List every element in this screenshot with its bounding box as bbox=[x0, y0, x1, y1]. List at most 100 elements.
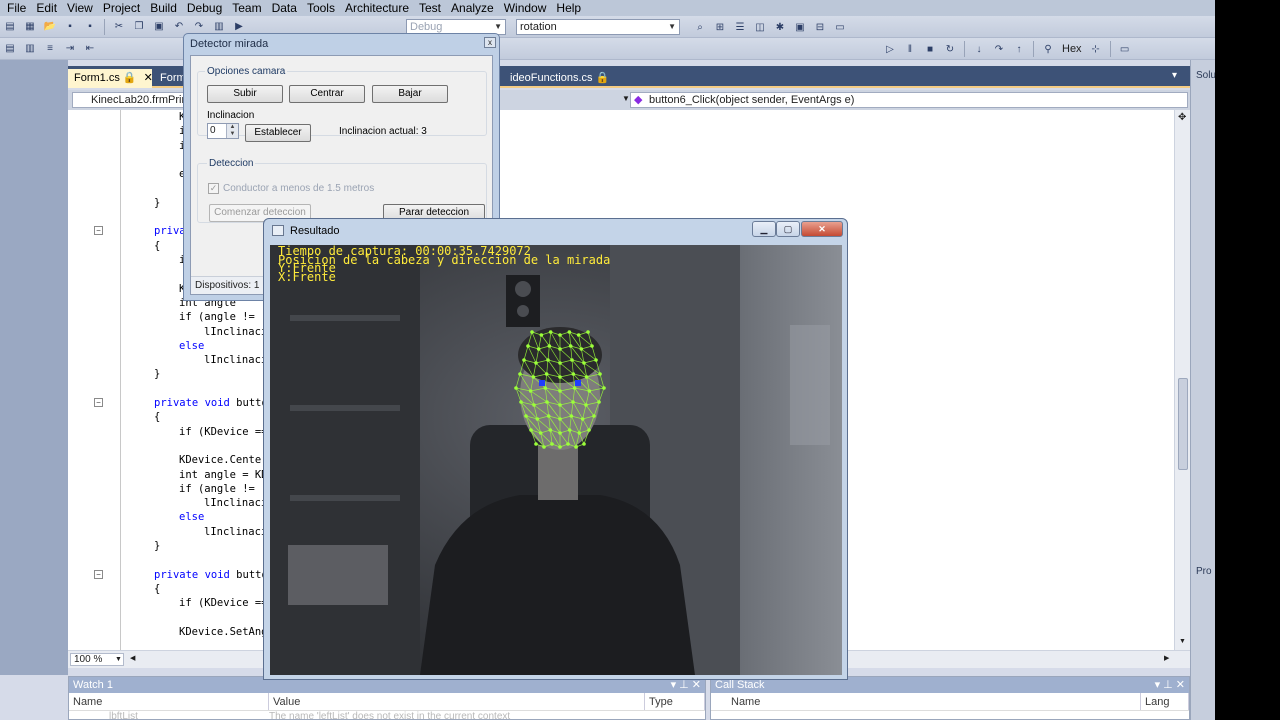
menu-view[interactable]: View bbox=[64, 0, 100, 16]
command-window-icon[interactable]: ▭ bbox=[832, 19, 848, 35]
inclinacion-label: Inclinacion bbox=[207, 110, 255, 121]
near-checkbox[interactable]: ✓ bbox=[208, 183, 219, 194]
tilt-stepper[interactable]: 0 ▲ ▼ bbox=[207, 123, 239, 139]
menu-team[interactable]: Team bbox=[229, 0, 268, 16]
collapse-icon[interactable]: − bbox=[94, 569, 103, 579]
cut-icon[interactable]: ✂ bbox=[111, 19, 127, 35]
code-line: private void butto bbox=[154, 397, 268, 409]
split-handle-icon[interactable]: ✥ bbox=[1178, 112, 1186, 123]
establecer-button[interactable]: Establecer bbox=[245, 124, 311, 142]
paste-icon[interactable]: ▣ bbox=[151, 19, 167, 35]
toolbox-icon[interactable]: ✱ bbox=[772, 19, 788, 35]
editor-vertical-scrollbar[interactable]: ✥ ▼ bbox=[1174, 110, 1190, 650]
menu-project[interactable]: Project bbox=[100, 0, 147, 16]
scrollbar-thumb[interactable] bbox=[1178, 378, 1188, 470]
menu-build[interactable]: Build bbox=[147, 0, 184, 16]
code-line: } bbox=[154, 368, 161, 381]
copy-icon[interactable]: ❐ bbox=[131, 19, 147, 35]
menu-window[interactable]: Window bbox=[501, 0, 554, 16]
comment-icon[interactable]: ≡ bbox=[42, 41, 58, 57]
watch-col-type[interactable]: Type bbox=[645, 693, 705, 710]
class-combo[interactable]: KinecLab20.frmPrin bbox=[72, 92, 184, 108]
find-combo[interactable]: rotation ▼ bbox=[516, 19, 680, 35]
restart-icon[interactable]: ↻ bbox=[942, 41, 958, 57]
solution-explorer-tab[interactable]: Solu bbox=[1196, 70, 1216, 81]
continue-icon[interactable]: ▷ bbox=[882, 41, 898, 57]
tab-form1-design[interactable]: Form1 bbox=[154, 69, 184, 88]
quick-watch-icon[interactable]: ⚲ bbox=[1040, 41, 1056, 57]
step-out-icon[interactable]: ↑ bbox=[1011, 41, 1027, 57]
start-page-icon[interactable]: ▣ bbox=[792, 19, 808, 35]
maximize-icon[interactable]: ▢ bbox=[776, 221, 800, 237]
hex-icon[interactable]: ⊹ bbox=[1088, 41, 1104, 57]
menu-tools[interactable]: Tools bbox=[304, 0, 342, 16]
tab-close-icon[interactable]: ✕ bbox=[144, 72, 153, 84]
add-item-icon[interactable]: ▦ bbox=[22, 19, 38, 35]
collapse-icon[interactable]: − bbox=[94, 398, 103, 407]
save-icon[interactable]: ▪ bbox=[62, 19, 78, 35]
stop-icon[interactable]: ■ bbox=[922, 41, 938, 57]
minimize-icon[interactable]: ▁ bbox=[752, 221, 776, 237]
class-combo-arrow-icon[interactable]: ▼ bbox=[622, 94, 630, 103]
find-in-files-icon[interactable]: ⌕ bbox=[692, 19, 708, 35]
mesh-point bbox=[546, 414, 551, 418]
menu-help[interactable]: Help bbox=[553, 0, 588, 16]
watch-col-name[interactable]: Name bbox=[69, 693, 269, 710]
close-icon[interactable]: x bbox=[484, 37, 496, 48]
mesh-point bbox=[587, 428, 591, 432]
window-icon bbox=[272, 225, 284, 236]
step-over-icon[interactable]: ↷ bbox=[991, 41, 1007, 57]
scroll-down-icon[interactable]: ▼ bbox=[1179, 638, 1186, 645]
code-line: lInclinaci bbox=[204, 525, 268, 538]
menu-architecture[interactable]: Architecture bbox=[342, 0, 416, 16]
resultado-window: Resultado ▁ ▢ ✕ Tiempo de captura: 00:00… bbox=[263, 218, 848, 680]
tab-form1-cs[interactable]: Form1.cs 🔒 ✕ bbox=[68, 69, 153, 88]
watch-row[interactable]: lbftList The name 'leftList' does not ex… bbox=[69, 711, 705, 720]
subir-button[interactable]: Subir bbox=[207, 85, 283, 103]
new-project-icon[interactable]: ▤ bbox=[2, 19, 18, 35]
step-into-icon[interactable]: ↓ bbox=[971, 41, 987, 57]
mesh-point bbox=[587, 389, 592, 393]
collapse-icon[interactable]: − bbox=[94, 226, 103, 236]
close-icon[interactable]: ✕ bbox=[801, 221, 843, 237]
scroll-left-icon[interactable]: ◀ bbox=[130, 654, 135, 662]
save-all-icon[interactable]: ▪ bbox=[82, 19, 98, 35]
solution-explorer-icon[interactable]: ⊞ bbox=[712, 19, 728, 35]
watch-col-value[interactable]: Value bbox=[269, 693, 645, 710]
open-file-icon[interactable]: 📂 bbox=[42, 19, 58, 35]
bajar-button[interactable]: Bajar bbox=[372, 85, 448, 103]
break-all-icon[interactable]: ‖ bbox=[902, 41, 918, 57]
mesh-point bbox=[571, 372, 576, 376]
menu-test[interactable]: Test bbox=[416, 0, 448, 16]
tab-videofunctions-cs[interactable]: ideoFunctions.cs 🔒 bbox=[504, 69, 609, 88]
tab-list-icon[interactable]: ▾ bbox=[1172, 70, 1177, 81]
member-combo[interactable]: ◆ button6_Click(object sender, EventArgs… bbox=[630, 92, 1188, 108]
undo-icon[interactable]: ↶ bbox=[171, 19, 187, 35]
properties-icon[interactable]: ☰ bbox=[732, 19, 748, 35]
text-editor-icon[interactable]: ▥ bbox=[22, 41, 38, 57]
indent-icon[interactable]: ⇥ bbox=[62, 41, 78, 57]
pin-icon[interactable]: 🔒 bbox=[596, 72, 610, 84]
menu-file[interactable]: File bbox=[4, 0, 33, 16]
menu-analyze[interactable]: Analyze bbox=[448, 0, 501, 16]
menu-debug[interactable]: Debug bbox=[184, 0, 229, 16]
pin-icon[interactable]: 🔒 bbox=[123, 72, 137, 84]
menu-edit[interactable]: Edit bbox=[33, 0, 64, 16]
outdent-icon[interactable]: ⇤ bbox=[82, 41, 98, 57]
object-browser-icon[interactable]: ◫ bbox=[752, 19, 768, 35]
detector-title[interactable]: Detector mirada bbox=[184, 34, 499, 54]
extension-manager-icon[interactable]: ⊟ bbox=[812, 19, 828, 35]
windows-menu-icon[interactable]: ▭ bbox=[1117, 41, 1133, 57]
call-stack-col-name[interactable]: Name bbox=[711, 693, 1141, 710]
call-stack-col-lang[interactable]: Lang bbox=[1141, 693, 1189, 710]
centrar-button[interactable]: Centrar bbox=[289, 85, 365, 103]
menu-data[interactable]: Data bbox=[269, 0, 304, 16]
stepper-arrows-icon[interactable]: ▲ ▼ bbox=[226, 124, 238, 138]
hex-toggle[interactable]: Hex bbox=[1062, 43, 1082, 55]
properties-tab[interactable]: Pro bbox=[1196, 566, 1212, 577]
panel-menu-icon[interactable]: ▾ ⊥ ✕ bbox=[1155, 677, 1185, 693]
toggle-breakpoint-icon[interactable]: ▤ bbox=[2, 41, 18, 57]
zoom-combo[interactable]: 100 % ▼ bbox=[70, 653, 124, 666]
current-tilt-label: Inclinacion actual: 3 bbox=[339, 126, 427, 137]
scroll-right-icon[interactable]: ▶ bbox=[1164, 654, 1169, 662]
